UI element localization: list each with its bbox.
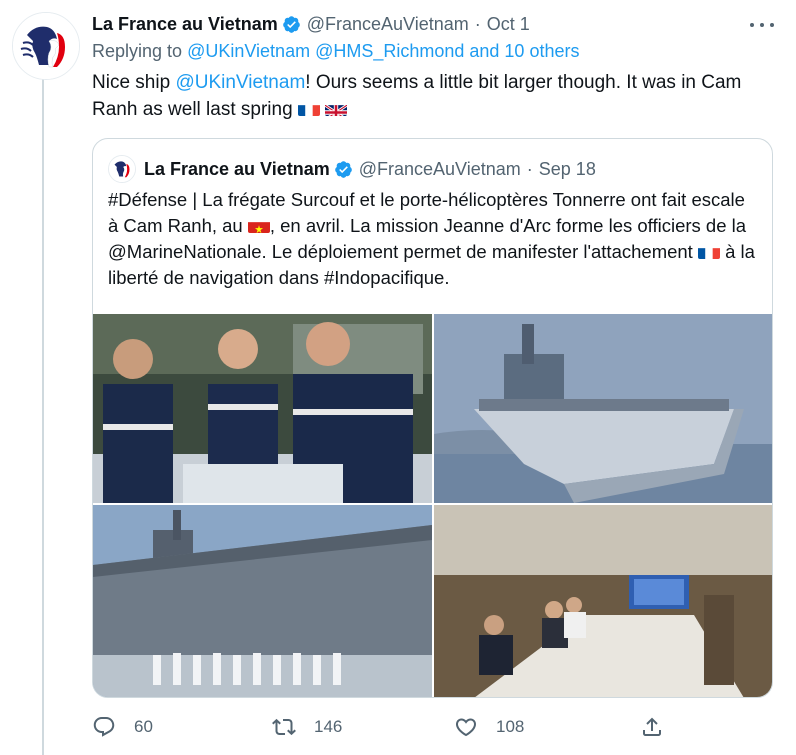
photo-ship-bow[interactable] [434,314,772,503]
quoted-text: #Défense | La frégate Surcouf et le port… [108,187,758,291]
retweet-button[interactable]: 146 [272,712,342,742]
photo-officers[interactable] [93,314,432,503]
vietnam-flag-icon [247,218,270,233]
tweet-actions: 60 146 108 [92,712,692,742]
quoted-display-name: La France au Vietnam [144,158,330,179]
france-flag-icon [697,244,720,259]
photo-ship-dock[interactable] [93,505,432,697]
tweet-header: La France au Vietnam @FranceAuVietnam · … [92,12,736,36]
uk-flag-icon [325,101,348,116]
replying-to-link[interactable]: @UKinVietnam @HMS_Richmond and 10 others [187,41,579,61]
quoted-handle: @FranceAuVietnam [358,158,521,179]
separator: · [526,158,533,179]
display-name[interactable]: La France au Vietnam [92,14,278,35]
like-button[interactable]: 108 [454,712,524,742]
media-grid [93,314,772,697]
photo-meeting-room[interactable] [434,505,772,697]
avatar[interactable] [12,12,80,80]
reply-icon [93,717,115,737]
thread-line [42,78,44,755]
timestamp[interactable]: Oct 1 [487,14,530,35]
retweet-icon [272,718,296,736]
quoted-tweet[interactable]: La France au Vietnam @FranceAuVietnam · … [92,138,773,698]
tweet-text-part: Nice ship [92,72,171,93]
quoted-timestamp: Sep 18 [538,158,596,179]
share-icon [643,717,661,736]
quoted-header: La France au Vietnam @FranceAuVietnam · … [108,155,596,183]
like-count: 108 [496,717,525,736]
reply-count: 60 [134,717,153,736]
marianne-logo-icon [109,156,135,182]
replying-prefix: Replying to [92,41,183,61]
more-icon [750,23,754,27]
more-options-button[interactable] [750,16,774,34]
separator: · [474,13,481,34]
tweet-text: Nice ship @UKinVietnam! Ours seems a lit… [92,69,762,123]
france-flag-icon [297,101,320,116]
verified-badge-icon [282,15,300,33]
marianne-logo-icon [13,13,79,79]
verified-badge-icon [334,160,352,178]
replying-to: Replying to @UKinVietnam @HMS_Richmond a… [92,41,579,62]
quoted-avatar [108,155,136,183]
like-icon [455,718,477,737]
mention-link[interactable]: @UKinVietnam [175,72,305,93]
retweet-count: 146 [314,717,343,736]
share-button[interactable] [640,712,682,742]
reply-button[interactable]: 60 [92,712,153,742]
handle[interactable]: @FranceAuVietnam [307,14,469,35]
